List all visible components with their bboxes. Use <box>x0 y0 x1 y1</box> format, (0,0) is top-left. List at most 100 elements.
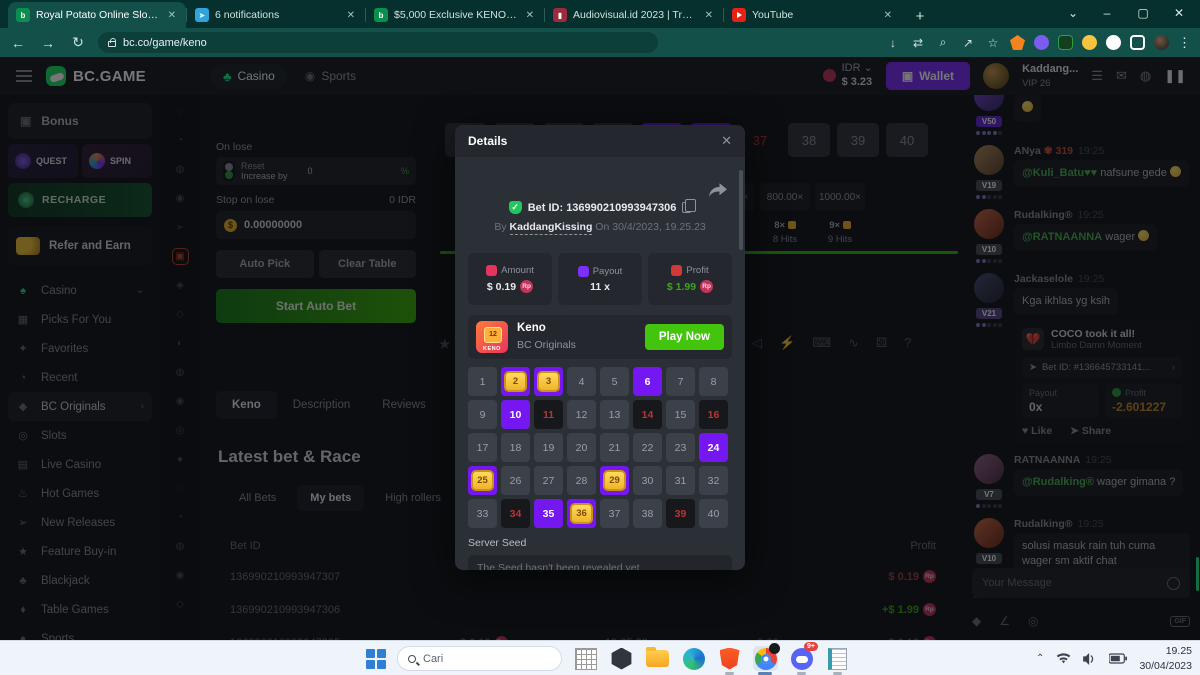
forward-icon[interactable]: → <box>38 35 58 51</box>
taskbar-brave[interactable] <box>717 646 742 671</box>
tab-search-icon[interactable]: ⌄ <box>1056 0 1090 26</box>
keno-cell-35[interactable]: 35 <box>534 499 563 528</box>
stat-label-text: Profit <box>686 265 708 276</box>
taskbar-search[interactable]: Cari <box>397 646 562 671</box>
keno-cell-32[interactable]: 32 <box>699 466 728 495</box>
taskbar-hexagon-app[interactable] <box>609 646 634 671</box>
keno-cell-39[interactable]: 39 <box>666 499 695 528</box>
keno-cell-22[interactable]: 22 <box>633 433 662 462</box>
game-provider: BC Originals <box>517 339 576 351</box>
metamask-extension-icon[interactable] <box>1010 35 1025 50</box>
keno-cell-36[interactable]: 36 <box>567 499 596 528</box>
start-button[interactable] <box>366 649 386 669</box>
keno-cell-31[interactable]: 31 <box>666 466 695 495</box>
keno-cell-27[interactable]: 27 <box>534 466 563 495</box>
address-bar[interactable]: bc.co/game/keno <box>98 32 658 53</box>
keno-cell-18[interactable]: 18 <box>501 433 530 462</box>
taskbar-stats-app[interactable] <box>573 646 598 671</box>
keno-cell-15[interactable]: 15 <box>666 400 695 429</box>
download-icon[interactable]: ↓ <box>885 36 901 50</box>
reload-icon[interactable]: ↻ <box>68 34 88 51</box>
keno-cell-40[interactable]: 40 <box>699 499 728 528</box>
keno-cell-8[interactable]: 8 <box>699 367 728 396</box>
maximize-button[interactable]: ▢ <box>1126 0 1160 26</box>
green-extension-icon[interactable] <box>1058 35 1073 50</box>
profile-avatar[interactable] <box>1154 35 1169 50</box>
wifi-icon[interactable] <box>1056 653 1071 665</box>
keno-cell-25[interactable]: 25 <box>468 466 497 495</box>
keno-cell-21[interactable]: 21 <box>600 433 629 462</box>
tab-close-icon[interactable]: ✕ <box>345 10 357 21</box>
purple-extension-icon[interactable] <box>1034 35 1049 50</box>
keno-cell-30[interactable]: 30 <box>633 466 662 495</box>
square-extension-icon[interactable] <box>1130 35 1145 50</box>
amount-icon <box>486 265 497 276</box>
battery-icon[interactable] <box>1109 653 1127 664</box>
browser-tab[interactable]: ➤6 notifications✕ <box>187 2 365 28</box>
keno-cell-38[interactable]: 38 <box>633 499 662 528</box>
modal-close-icon[interactable]: ✕ <box>721 133 732 149</box>
keno-cell-5[interactable]: 5 <box>600 367 629 396</box>
keno-cell-26[interactable]: 26 <box>501 466 530 495</box>
tab-close-icon[interactable]: ✕ <box>524 10 536 21</box>
puzzle-extension-icon[interactable] <box>1106 35 1121 50</box>
key-extension-icon[interactable] <box>1082 35 1097 50</box>
browser-tab[interactable]: YouTube✕ <box>724 2 902 28</box>
new-tab-button[interactable]: + <box>908 4 932 28</box>
tab-close-icon[interactable]: ✕ <box>882 10 894 21</box>
taskbar-clock[interactable]: 19.2530/04/2023 <box>1139 644 1192 672</box>
notification-badge: 9+ <box>804 642 818 651</box>
zoom-icon[interactable]: ⌕ <box>935 35 951 50</box>
keno-cell-12[interactable]: 12 <box>567 400 596 429</box>
keno-cell-19[interactable]: 19 <box>534 433 563 462</box>
keno-cell-29[interactable]: 29 <box>600 466 629 495</box>
modal-scrollbar[interactable] <box>739 170 743 250</box>
keno-cell-9[interactable]: 9 <box>468 400 497 429</box>
keno-cell-4[interactable]: 4 <box>567 367 596 396</box>
share-icon[interactable]: ↗ <box>960 36 976 50</box>
keno-cell-37[interactable]: 37 <box>600 499 629 528</box>
bookmark-star-icon[interactable]: ☆ <box>985 36 1001 50</box>
keno-cell-20[interactable]: 20 <box>567 433 596 462</box>
volume-icon[interactable] <box>1083 653 1097 665</box>
keno-cell-7[interactable]: 7 <box>666 367 695 396</box>
copy-icon[interactable] <box>682 202 691 213</box>
tray-chevron-icon[interactable]: ⌃ <box>1036 653 1044 664</box>
keno-cell-13[interactable]: 13 <box>600 400 629 429</box>
taskbar-discord[interactable]: 9+ <box>789 646 814 671</box>
keno-cell-10[interactable]: 10 <box>501 400 530 429</box>
keno-cell-23[interactable]: 23 <box>666 433 695 462</box>
keno-cell-11[interactable]: 11 <box>534 400 563 429</box>
keno-cell-34[interactable]: 34 <box>501 499 530 528</box>
keno-cell-16[interactable]: 16 <box>699 400 728 429</box>
close-window-button[interactable]: ✕ <box>1162 0 1196 26</box>
search-icon <box>408 655 416 663</box>
taskbar-file-explorer[interactable] <box>645 646 670 671</box>
minimize-button[interactable]: – <box>1090 0 1124 26</box>
player-name-link[interactable]: KaddangKissing <box>510 221 593 235</box>
keno-cell-14[interactable]: 14 <box>633 400 662 429</box>
back-icon[interactable]: ← <box>8 35 28 51</box>
tab-close-icon[interactable]: ✕ <box>703 10 715 21</box>
browser-tab[interactable]: ▮Audiovisual.id 2023 | Trello✕ <box>545 2 723 28</box>
tab-close-icon[interactable]: ✕ <box>166 10 178 21</box>
taskbar-chrome[interactable] <box>753 646 778 671</box>
browser-tab[interactable]: bRoyal Potato Online Slot - Play o✕ <box>8 2 186 28</box>
keno-cell-24[interactable]: 24 <box>699 433 728 462</box>
keno-cell-2[interactable]: 2 <box>501 367 530 396</box>
keno-cell-3[interactable]: 3 <box>534 367 563 396</box>
translate-icon[interactable]: ⇄ <box>910 36 926 50</box>
taskbar-notepad[interactable] <box>825 646 850 671</box>
keno-cell-1[interactable]: 1 <box>468 367 497 396</box>
keno-cell-6[interactable]: 6 <box>633 367 662 396</box>
taskbar-edge[interactable] <box>681 646 706 671</box>
hexagon-app-icon <box>611 648 633 670</box>
play-now-button[interactable]: Play Now <box>645 324 724 350</box>
keno-cell-33[interactable]: 33 <box>468 499 497 528</box>
server-seed-field[interactable]: The Seed hasn't been revealed yet <box>468 555 732 570</box>
browser-tab[interactable]: b$5,000 Exclusive KENO Prestige C✕ <box>366 2 544 28</box>
keno-cell-28[interactable]: 28 <box>567 466 596 495</box>
modal-share-icon[interactable] <box>709 183 727 197</box>
keno-cell-17[interactable]: 17 <box>468 433 497 462</box>
browser-menu-icon[interactable]: ⋮ <box>1178 35 1192 51</box>
